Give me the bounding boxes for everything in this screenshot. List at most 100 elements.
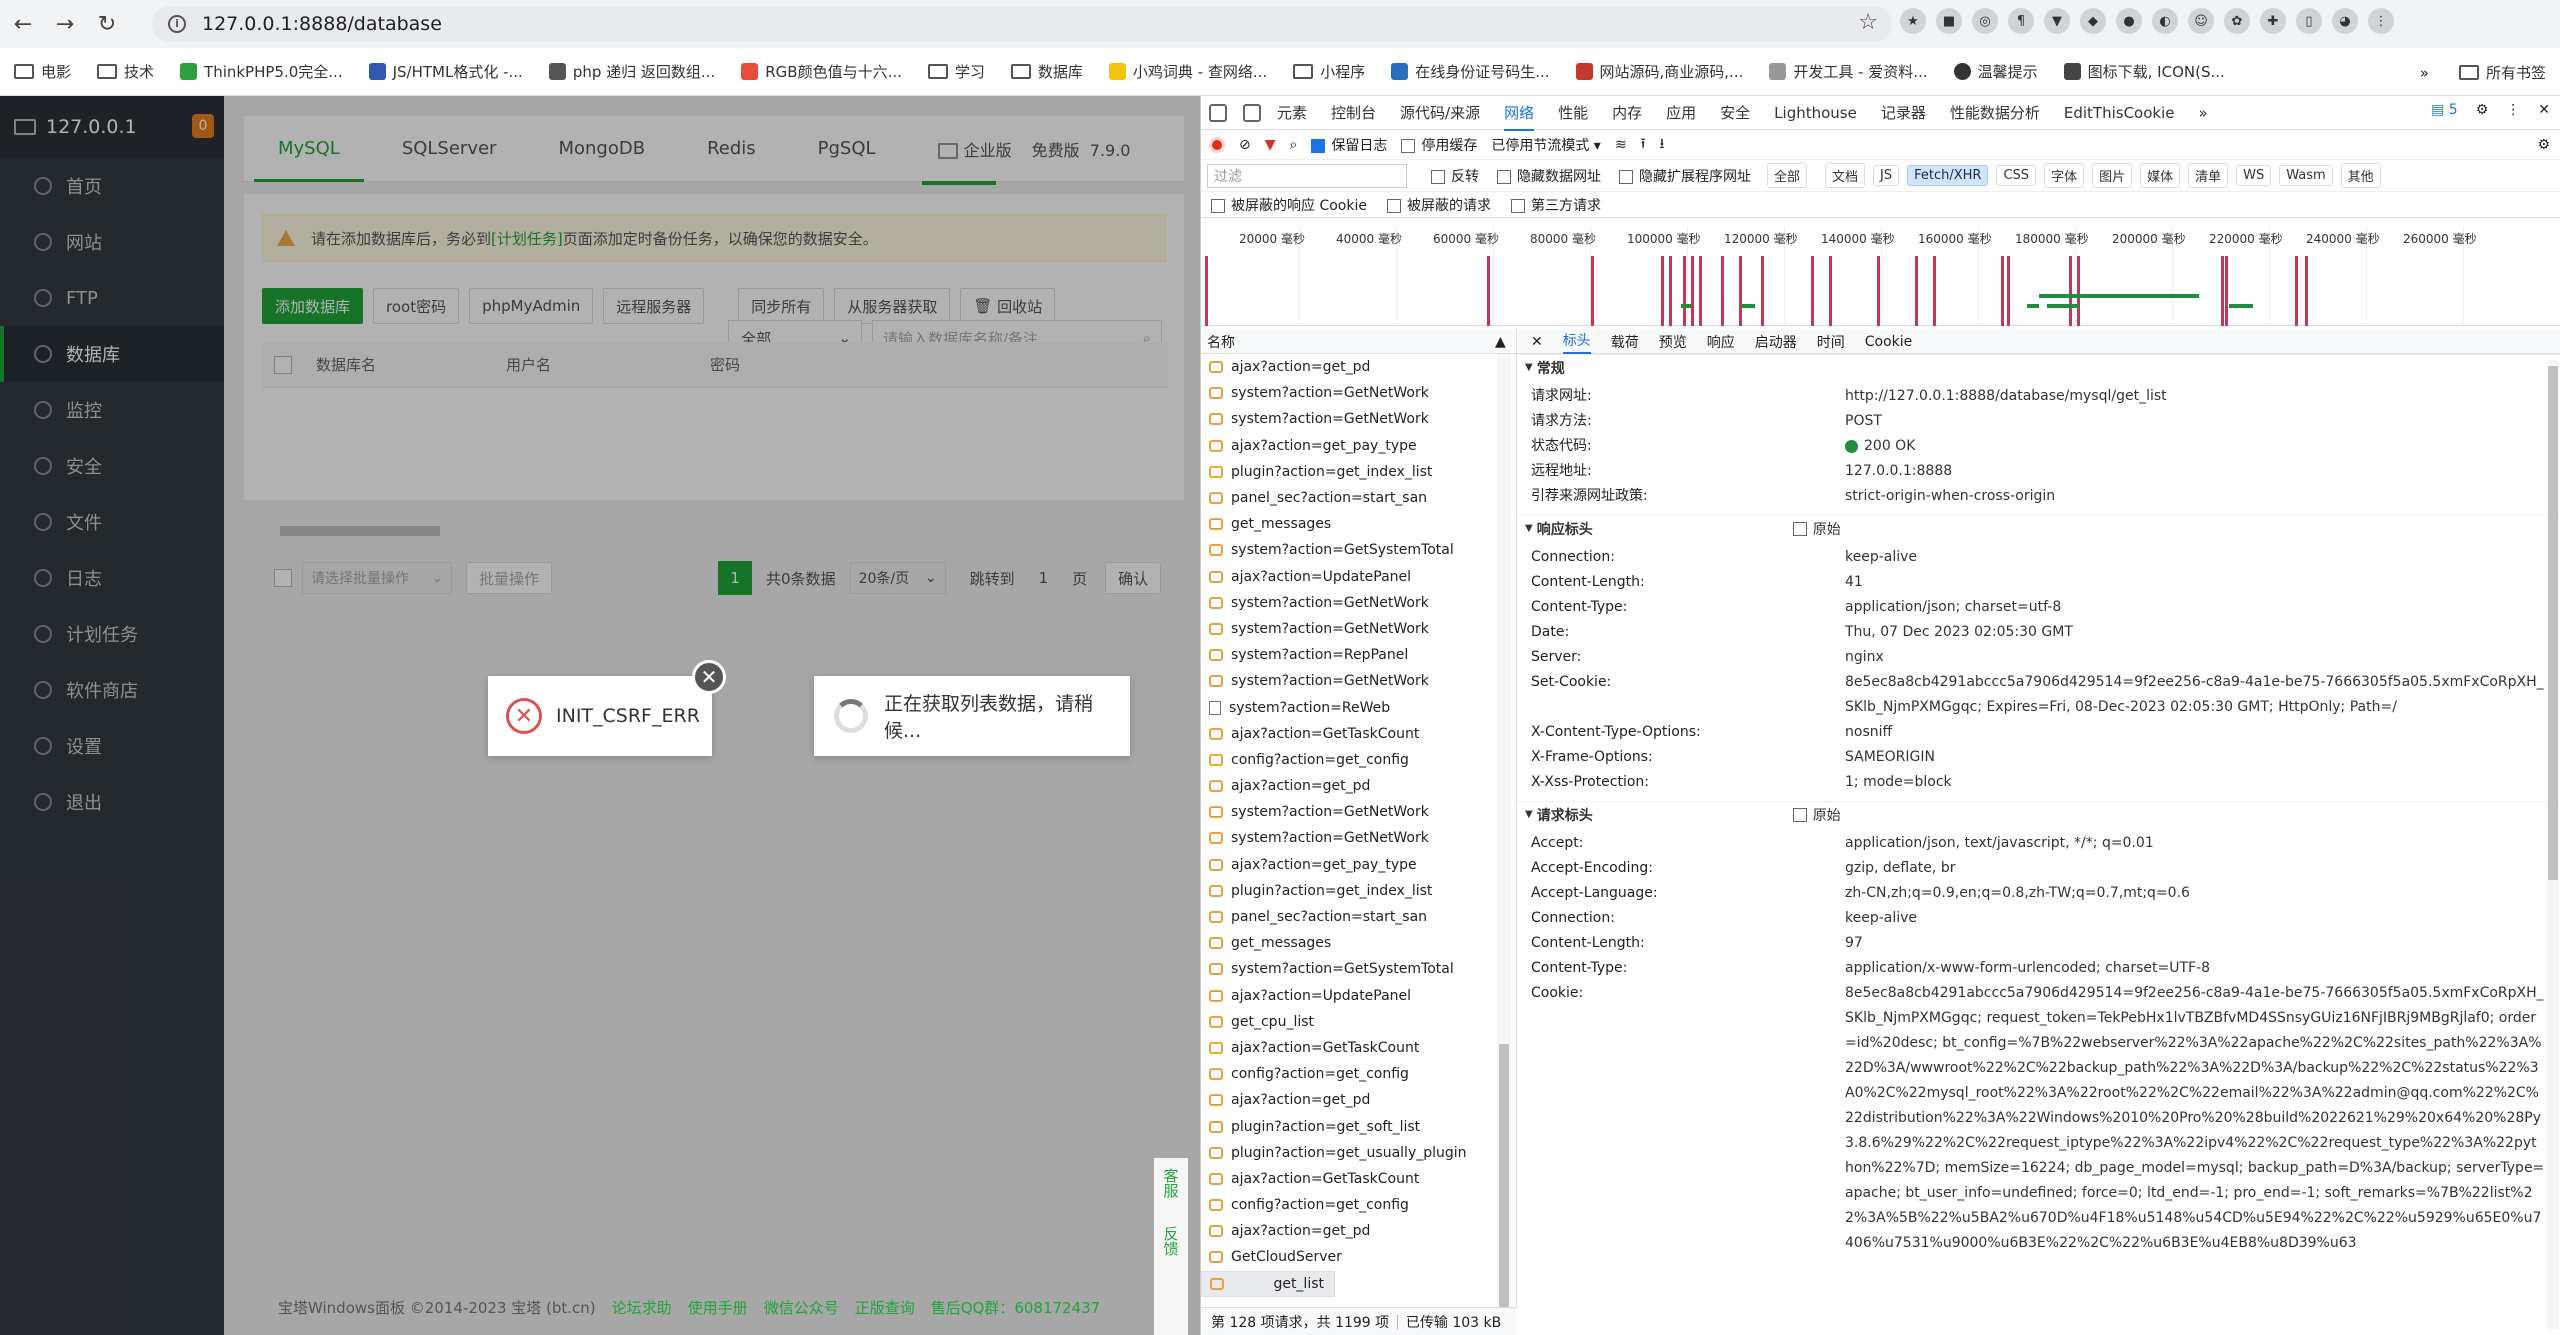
detail-tab-cookies[interactable]: Cookie (1865, 334, 1913, 350)
bookmark-folder[interactable]: 技术 (97, 61, 154, 82)
scroll-thumb[interactable] (1499, 1044, 1509, 1314)
header-value[interactable]: gzip, deflate, br (1845, 856, 2545, 881)
collapse-arrow-icon[interactable]: ▼ (1525, 523, 1533, 534)
network-request-row[interactable]: ajax?action=GetTaskCount (1201, 721, 1516, 747)
network-request-row[interactable]: system?action=GetNetWork (1201, 406, 1516, 432)
tab-lighthouse[interactable]: Lighthouse (1774, 104, 1857, 122)
network-request-row[interactable]: system?action=GetSystemTotal (1201, 537, 1516, 563)
extension-icon[interactable]: ¶ (2008, 8, 2034, 34)
extension-icon[interactable]: ● (2116, 8, 2142, 34)
detail-tab-preview[interactable]: 预览 (1659, 332, 1687, 352)
checkbox[interactable] (1497, 169, 1511, 184)
menu-dots-icon[interactable]: ⋮ (2506, 102, 2520, 118)
extension-icon[interactable]: ★ (1900, 8, 1926, 34)
tab-sources[interactable]: 源代码/来源 (1400, 102, 1480, 123)
network-request-row[interactable]: system?action=GetNetWork (1201, 668, 1516, 694)
detail-tab-initiator[interactable]: 启动器 (1755, 332, 1797, 352)
bookmark-link[interactable]: RGB颜色值与十六... (741, 61, 902, 82)
headers-section-title[interactable]: ▼ 响应标头 原始 (1517, 515, 2560, 541)
network-overview[interactable]: 20000 毫秒 40000 毫秒 60000 毫秒 80000 毫秒 100000 毫… (1201, 226, 2560, 326)
extensions-puzzle-icon[interactable]: ✚ (2260, 8, 2286, 34)
network-request-row[interactable]: ajax?action=get_pd (1201, 1218, 1516, 1244)
network-request-row[interactable]: plugin?action=get_soft_list (1201, 1113, 1516, 1139)
network-request-row[interactable]: ajax?action=get_pd (1201, 773, 1516, 799)
bookmark-link[interactable]: 网站源码,商业源码,... (1575, 61, 1743, 82)
network-request-row[interactable]: get_list (1201, 1270, 1335, 1297)
checkbox[interactable] (1311, 138, 1326, 153)
network-request-row[interactable]: system?action=GetNetWork (1201, 799, 1516, 825)
header-value[interactable]: 8e5ec8a8cb4291abccc5a7906d429514=9f2ee25… (1845, 981, 2545, 1256)
network-request-row[interactable]: system?action=GetNetWork (1201, 380, 1516, 406)
close-devtools-icon[interactable]: ✕ (2538, 102, 2550, 118)
tab-editthiscookie[interactable]: EditThisCookie (2064, 104, 2175, 122)
footer-link-manual[interactable]: 使用手册 (688, 1297, 748, 1318)
extension-icon[interactable]: ■ (1936, 8, 1962, 34)
extension-icon[interactable]: ☺ (2188, 8, 2214, 34)
header-value[interactable]: POST (1845, 409, 2545, 434)
headers-section-title[interactable]: ▼ 请求标头 原始 (1517, 801, 2560, 827)
type-manifest[interactable]: 清单 (2188, 163, 2229, 188)
info-icon[interactable]: i (168, 15, 186, 33)
header-value[interactable]: strict-origin-when-cross-origin (1845, 484, 2545, 509)
invert-toggle[interactable]: 反转 (1431, 166, 1479, 186)
forward-button[interactable]: → (46, 5, 84, 43)
profile-avatar[interactable]: ◕ (2332, 8, 2358, 34)
bookmark-star-icon[interactable]: ☆ (1858, 10, 1878, 35)
footer-link-wechat[interactable]: 微信公众号 (764, 1297, 839, 1318)
type-doc[interactable]: 文档 (1825, 163, 1866, 188)
bookmark-link[interactable]: 温馨提示 (1953, 61, 2038, 82)
filter-input[interactable]: 过滤 (1207, 163, 1407, 188)
tab-application[interactable]: 应用 (1666, 102, 1696, 123)
network-request-row[interactable]: ajax?action=get_pd (1201, 354, 1516, 380)
checkbox[interactable] (1510, 198, 1525, 213)
network-request-row[interactable]: ajax?action=GetTaskCount (1201, 1035, 1516, 1061)
tab-network[interactable]: 网络 (1504, 102, 1535, 131)
network-request-row[interactable]: ajax?action=UpdatePanel (1201, 983, 1516, 1009)
bookmark-folder[interactable]: 学习 (927, 61, 985, 82)
clear-icon[interactable]: ⊘ (1239, 137, 1251, 153)
request-list-scroll[interactable] (1497, 354, 1511, 1314)
tab-memory[interactable]: 内存 (1612, 102, 1642, 123)
headers-section-title[interactable]: ▼ 常规 (1517, 354, 2560, 380)
extension-icon[interactable]: ◐ (2152, 8, 2178, 34)
search-icon[interactable]: ⌕ (1290, 137, 1298, 153)
type-img[interactable]: 图片 (2092, 163, 2133, 188)
throttle-select[interactable]: 已停用节流模式 ▾ (1491, 135, 1600, 155)
header-value[interactable]: application/json, text/javascript, */*; … (1845, 831, 2545, 856)
network-request-row[interactable]: plugin?action=get_usually_plugin (1201, 1140, 1516, 1166)
raw-toggle[interactable]: 原始 (1792, 519, 1841, 539)
type-fetch-xhr[interactable]: Fetch/XHR (1907, 165, 1989, 186)
close-detail-icon[interactable]: ✕ (1531, 334, 1543, 350)
bookmark-folder[interactable]: 数据库 (1010, 61, 1083, 82)
network-request-row[interactable]: GetCloudServer (1201, 1244, 1516, 1270)
checkbox[interactable] (1211, 198, 1225, 213)
header-value[interactable]: 8e5ec8a8cb4291abccc5a7906d429514=9f2ee25… (1845, 670, 2545, 720)
header-value[interactable]: 97 (1845, 931, 2545, 956)
tab-perf-insights[interactable]: 性能数据分析 (1950, 102, 2040, 123)
bookmark-link[interactable]: JS/HTML格式化 -... (368, 61, 523, 82)
type-media[interactable]: 媒体 (2140, 163, 2181, 188)
network-request-row[interactable]: plugin?action=get_index_list (1201, 878, 1516, 904)
extension-icon[interactable]: ✿ (2224, 8, 2250, 34)
filter-icon[interactable]: ▼ (1265, 137, 1276, 153)
network-request-row[interactable]: ajax?action=get_pay_type (1201, 433, 1516, 459)
footer-qq-group[interactable]: 售后QQ群：608172437 (931, 1297, 1101, 1318)
tab-console[interactable]: 控制台 (1331, 102, 1376, 123)
network-request-row[interactable]: get_messages (1201, 930, 1516, 956)
checkbox[interactable] (1401, 138, 1416, 153)
disable-cache-toggle[interactable]: 停用缓存 (1401, 135, 1477, 155)
header-value[interactable]: SAMEORIGIN (1845, 745, 2545, 770)
network-request-row[interactable]: system?action=GetNetWork (1201, 825, 1516, 851)
network-request-row[interactable]: ajax?action=UpdatePanel (1201, 564, 1516, 590)
footer-link-forum[interactable]: 论坛求助 (612, 1297, 672, 1318)
network-request-row[interactable]: panel_sec?action=start_san (1201, 904, 1516, 930)
type-wasm[interactable]: Wasm (2279, 165, 2333, 186)
network-request-row[interactable]: get_messages (1201, 511, 1516, 537)
checkbox[interactable] (1619, 169, 1633, 184)
extension-icon[interactable]: ▼ (2044, 8, 2070, 34)
network-request-row[interactable]: system?action=GetSystemTotal (1201, 956, 1516, 982)
network-request-row[interactable]: system?action=GetNetWork (1201, 616, 1516, 642)
network-request-row[interactable]: config?action=get_config (1201, 1061, 1516, 1087)
extension-icon[interactable]: ◆ (2080, 8, 2106, 34)
header-value[interactable]: Thu, 07 Dec 2023 02:05:30 GMT (1845, 620, 2545, 645)
